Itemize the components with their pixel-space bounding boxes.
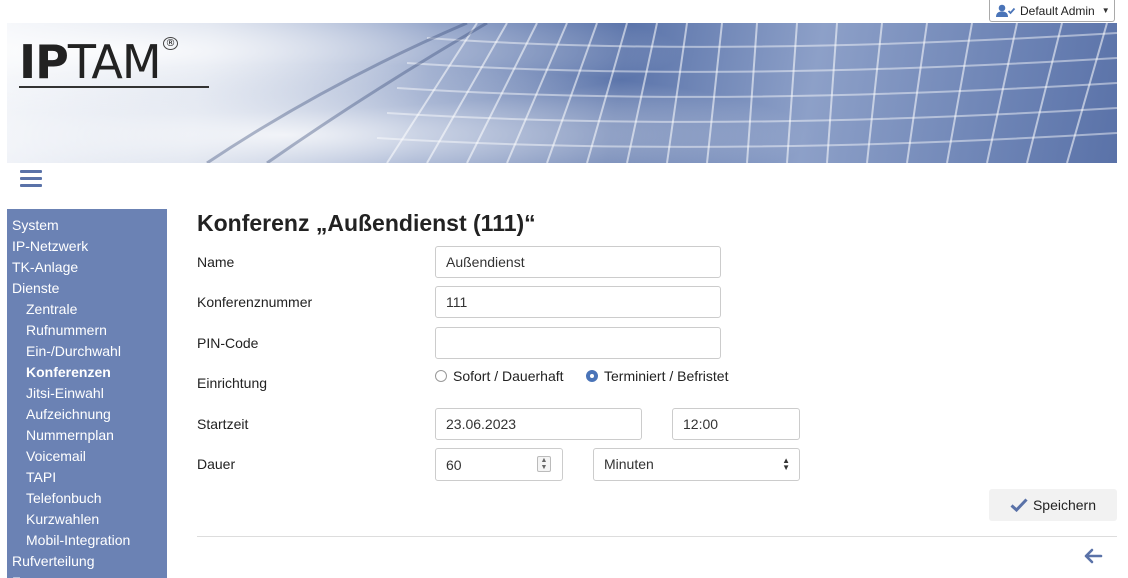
save-button-label: Speichern xyxy=(1032,497,1097,513)
radio-scheduled-label: Terminiert / Befristet xyxy=(604,368,729,384)
duration-label: Dauer xyxy=(197,456,236,472)
start-date-input[interactable] xyxy=(435,408,642,440)
duration-stepper[interactable]: ▲▼ xyxy=(435,448,563,481)
spinner-icon[interactable]: ▲ ▼ xyxy=(537,456,551,472)
page-title: Konferenz „Außendienst (111)“ xyxy=(197,210,536,236)
pin-code-input[interactable] xyxy=(435,327,721,359)
user-menu-label: Default Admin xyxy=(1020,3,1095,18)
sidebar-item-rufverteilung[interactable]: Rufverteilung xyxy=(7,551,167,572)
sidebar-item-fax[interactable]: Fax xyxy=(7,572,167,578)
sidebar-item-tk-anlage[interactable]: TK-Anlage xyxy=(7,257,167,278)
user-check-icon xyxy=(996,4,1016,17)
checkmark-icon xyxy=(1010,498,1028,512)
back-arrow-icon[interactable] xyxy=(1083,548,1103,569)
radio-immediate[interactable]: Sofort / Dauerhaft xyxy=(435,368,564,384)
setup-label: Einrichtung xyxy=(197,375,268,391)
start-time-input[interactable] xyxy=(672,408,800,440)
sidebar-item-konferenzen[interactable]: Konferenzen xyxy=(7,362,167,383)
divider xyxy=(197,536,1117,537)
sidebar-item-mobil-integration[interactable]: Mobil-Integration xyxy=(7,530,167,551)
conference-number-input[interactable] xyxy=(435,286,721,318)
user-menu-button[interactable]: Default Admin ▼ xyxy=(989,0,1115,22)
caret-down-icon: ▼ xyxy=(1101,6,1110,15)
start-time-label: Startzeit xyxy=(197,416,249,432)
duration-unit-value: Minuten xyxy=(593,448,800,481)
logo-underline xyxy=(19,86,209,88)
radio-scheduled[interactable]: Terminiert / Befristet xyxy=(586,368,728,384)
sidebar-item-ip-netzwerk[interactable]: IP-Netzwerk xyxy=(7,236,167,257)
radio-immediate-label: Sofort / Dauerhaft xyxy=(453,368,564,384)
sidebar-item-nummernplan[interactable]: Nummernplan xyxy=(7,425,167,446)
sidebar-item-voicemail[interactable]: Voicemail xyxy=(7,446,167,467)
save-button[interactable]: Speichern xyxy=(989,489,1117,521)
sidebar-item-tapi[interactable]: TAPI xyxy=(7,467,167,488)
duration-unit-select[interactable]: Minuten ▲ ▼ xyxy=(593,448,800,481)
radio-checked-icon[interactable] xyxy=(586,370,598,382)
pin-code-label: PIN-Code xyxy=(197,335,259,351)
sidebar-item-system[interactable]: System xyxy=(7,215,167,236)
menu-toggle-icon[interactable] xyxy=(20,170,42,188)
sidebar-item-aufzeichnung[interactable]: Aufzeichnung xyxy=(7,404,167,425)
sidebar-item-dienste[interactable]: Dienste xyxy=(7,278,167,299)
sidebar-item-rufnummern[interactable]: Rufnummern xyxy=(7,320,167,341)
sidebar-item-telefonbuch[interactable]: Telefonbuch xyxy=(7,488,167,509)
iptam-logo: IPTAM ® xyxy=(19,37,178,85)
sidebar-item-jitsi-einwahl[interactable]: Jitsi-Einwahl xyxy=(7,383,167,404)
sidebar-item-kurzwahlen[interactable]: Kurzwahlen xyxy=(7,509,167,530)
name-input[interactable] xyxy=(435,246,721,278)
name-label: Name xyxy=(197,254,235,270)
header-banner: IPTAM ® xyxy=(7,23,1117,163)
conference-number-label: Konferenznummer xyxy=(197,294,313,310)
select-arrows-icon: ▲ ▼ xyxy=(782,456,790,472)
sidebar-nav: System IP-Netzwerk TK-Anlage Dienste Zentral… xyxy=(7,209,167,578)
sidebar-item-zentrale[interactable]: Zentrale xyxy=(7,299,167,320)
sidebar-item-ein-durchwahl[interactable]: Ein-/Durchwahl xyxy=(7,341,167,362)
radio-unchecked-icon[interactable] xyxy=(435,370,447,382)
